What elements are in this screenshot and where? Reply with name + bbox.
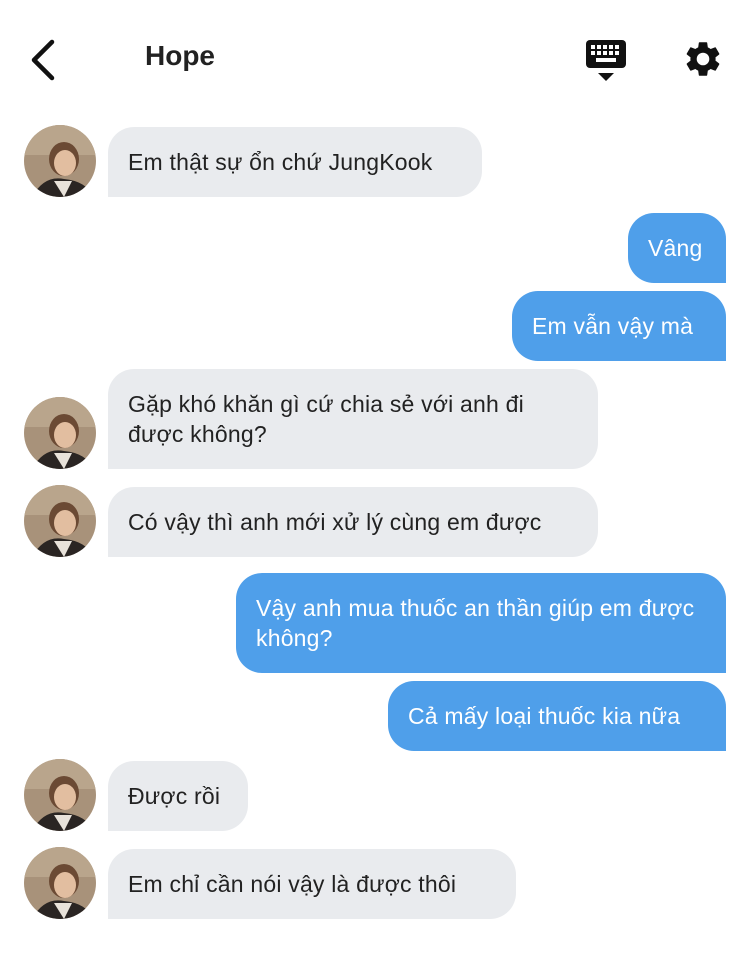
outgoing-message-bubble[interactable]: Vâng	[628, 213, 726, 283]
avatar[interactable]	[24, 847, 96, 919]
chat-title: Hope	[145, 40, 215, 71]
message-text: Vậy anh mua thuốc an thần giúp em được k…	[256, 595, 695, 651]
message-text: Vâng	[648, 235, 703, 261]
chevron-left-icon	[31, 39, 55, 81]
message-text: Có vậy thì anh mới xử lý cùng em được	[128, 509, 542, 535]
chat-header: Hope	[0, 0, 750, 118]
back-button[interactable]	[26, 38, 66, 82]
avatar[interactable]	[24, 759, 96, 831]
outgoing-message-bubble[interactable]: Vậy anh mua thuốc an thần giúp em được k…	[236, 573, 726, 673]
outgoing-message-bubble[interactable]: Cả mấy loại thuốc kia nữa	[388, 681, 726, 751]
incoming-message-bubble[interactable]: Gặp khó khăn gì cứ chia sẻ với anh đi đư…	[108, 369, 598, 469]
keyboard-hide-icon	[586, 40, 626, 81]
settings-button[interactable]	[682, 38, 724, 80]
avatar-photo	[24, 485, 96, 557]
incoming-message-bubble[interactable]: Có vậy thì anh mới xử lý cùng em được	[108, 487, 598, 557]
avatar-photo	[24, 759, 96, 831]
message-text: Cả mấy loại thuốc kia nữa	[408, 703, 681, 729]
avatar[interactable]	[24, 485, 96, 557]
incoming-message-bubble[interactable]: Em chỉ cần nói vậy là được thôi	[108, 849, 516, 919]
message-text: Em vẫn vậy mà	[532, 313, 694, 339]
avatar[interactable]	[24, 397, 96, 469]
message-text: Được rồi	[128, 783, 221, 809]
message-text: Em chỉ cần nói vậy là được thôi	[128, 871, 457, 897]
avatar[interactable]	[24, 125, 96, 197]
incoming-message-bubble[interactable]: Em thật sự ổn chứ JungKook	[108, 127, 482, 197]
outgoing-message-bubble[interactable]: Em vẫn vậy mà	[512, 291, 726, 361]
gear-icon	[686, 42, 720, 76]
avatar-photo	[24, 125, 96, 197]
message-text: Em thật sự ổn chứ JungKook	[128, 149, 433, 175]
avatar-photo	[24, 847, 96, 919]
incoming-message-bubble[interactable]: Được rồi	[108, 761, 248, 831]
message-text: Gặp khó khăn gì cứ chia sẻ với anh đi đư…	[128, 391, 524, 447]
avatar-photo	[24, 397, 96, 469]
keyboard-toggle-button[interactable]	[584, 38, 628, 84]
